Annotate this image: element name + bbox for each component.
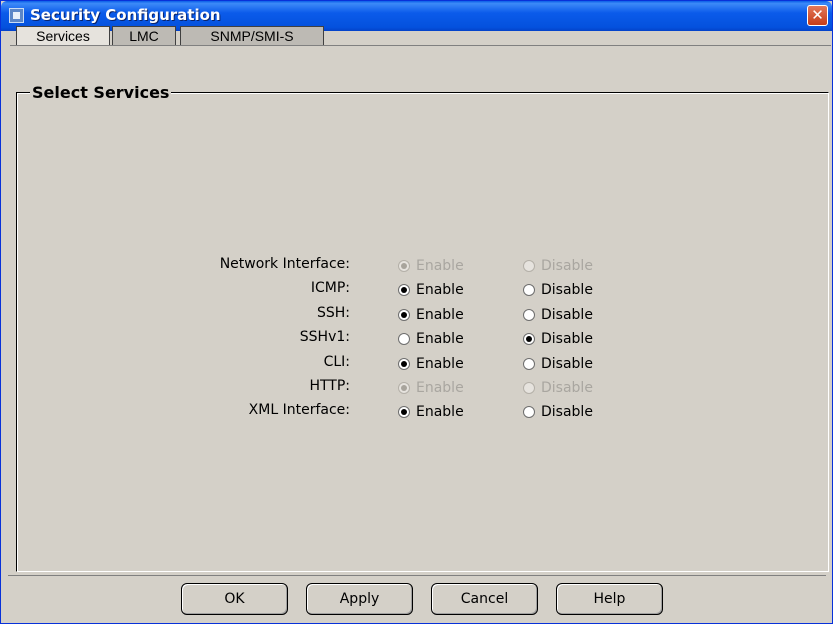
- service-label: CLI:: [323, 354, 350, 370]
- cancel-button[interactable]: Cancel: [431, 583, 538, 615]
- radio-unselected-icon: [523, 260, 535, 272]
- disable-radio-option[interactable]: Disable: [523, 403, 593, 421]
- enable-radio-option[interactable]: Enable: [398, 330, 464, 348]
- radio-selected-icon[interactable]: [398, 406, 410, 418]
- radio-unselected-icon[interactable]: [523, 406, 535, 418]
- radio-unselected-icon[interactable]: [523, 309, 535, 321]
- enable-label: Enable: [416, 282, 464, 298]
- tab-snmp-smi-s[interactable]: SNMP/SMI-S: [180, 26, 324, 45]
- service-row: SSHv1: Enable Disable: [0, 329, 820, 349]
- radio-selected-icon[interactable]: [523, 333, 535, 345]
- radio-unselected-icon[interactable]: [523, 284, 535, 296]
- enable-radio-option[interactable]: Enable: [398, 403, 464, 421]
- enable-label: Enable: [416, 258, 464, 274]
- service-row: ICMP: Enable Disable: [0, 280, 820, 300]
- tab-divider: [10, 45, 831, 46]
- disable-radio-option[interactable]: Disable: [523, 281, 593, 299]
- window-title: Security Configuration: [30, 6, 221, 24]
- radio-selected-icon: [398, 382, 410, 394]
- enable-radio-option: Enable: [398, 257, 464, 275]
- disable-radio-option[interactable]: Disable: [523, 330, 593, 348]
- service-label: Network Interface:: [219, 256, 350, 272]
- enable-label: Enable: [416, 307, 464, 323]
- enable-radio-option[interactable]: Enable: [398, 281, 464, 299]
- service-row: SSH: Enable Disable: [0, 305, 820, 325]
- enable-label: Enable: [416, 331, 464, 347]
- tab-lmc[interactable]: LMC: [112, 26, 176, 45]
- radio-unselected-icon: [523, 382, 535, 394]
- radio-selected-icon[interactable]: [398, 309, 410, 321]
- close-button[interactable]: ✕: [807, 5, 828, 26]
- service-row: XML Interface: Enable Disable: [0, 402, 820, 422]
- disable-radio-option: Disable: [523, 379, 593, 397]
- service-label: HTTP:: [309, 378, 350, 394]
- enable-label: Enable: [416, 404, 464, 420]
- help-button[interactable]: Help: [556, 583, 663, 615]
- service-row: Network Interface: Enable Disable: [0, 256, 820, 276]
- service-row: HTTP: Enable Disable: [0, 378, 820, 398]
- service-label: XML Interface:: [248, 402, 350, 418]
- tab-services[interactable]: Services: [16, 26, 110, 45]
- service-label: SSHv1:: [299, 329, 350, 345]
- disable-radio-option[interactable]: Disable: [523, 306, 593, 324]
- enable-label: Enable: [416, 356, 464, 372]
- radio-selected-icon[interactable]: [398, 358, 410, 370]
- enable-radio-option[interactable]: Enable: [398, 306, 464, 324]
- app-icon: [9, 8, 24, 23]
- disable-label: Disable: [541, 380, 593, 396]
- apply-button[interactable]: Apply: [306, 583, 413, 615]
- disable-label: Disable: [541, 307, 593, 323]
- enable-label: Enable: [416, 380, 464, 396]
- disable-label: Disable: [541, 331, 593, 347]
- radio-selected-icon[interactable]: [398, 284, 410, 296]
- disable-radio-option: Disable: [523, 257, 593, 275]
- button-bar: [8, 575, 826, 621]
- disable-label: Disable: [541, 356, 593, 372]
- service-label: ICMP:: [310, 280, 350, 296]
- service-label: SSH:: [316, 305, 350, 321]
- disable-label: Disable: [541, 258, 593, 274]
- enable-radio-option: Enable: [398, 379, 464, 397]
- radio-selected-icon: [398, 260, 410, 272]
- ok-button[interactable]: OK: [181, 583, 288, 615]
- radio-unselected-icon[interactable]: [398, 333, 410, 345]
- disable-label: Disable: [541, 282, 593, 298]
- enable-radio-option[interactable]: Enable: [398, 355, 464, 373]
- panel-title: Select Services: [30, 83, 172, 103]
- disable-radio-option[interactable]: Disable: [523, 355, 593, 373]
- service-row: CLI: Enable Disable: [0, 354, 820, 374]
- disable-label: Disable: [541, 404, 593, 420]
- radio-unselected-icon[interactable]: [523, 358, 535, 370]
